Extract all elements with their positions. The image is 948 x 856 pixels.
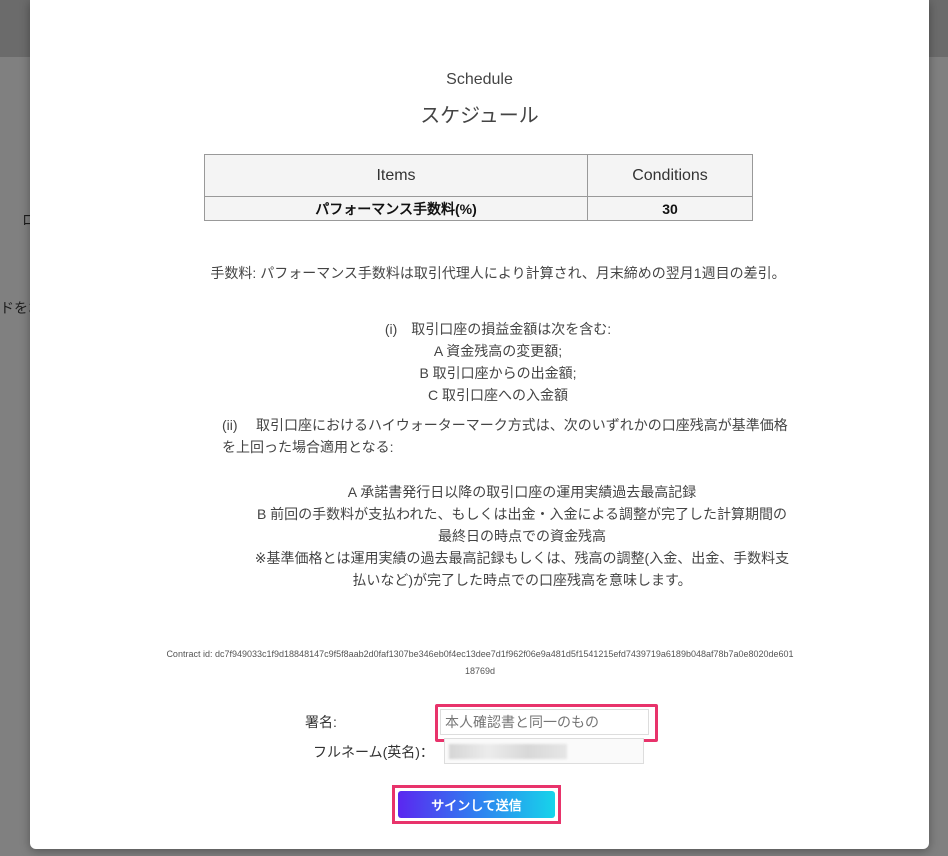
schedule-modal: Schedule スケジュール Items Conditions パフォーマンス… (30, 0, 929, 849)
section-ii: (ii) 取引口座におけるハイウォーターマーク方式は、次のいずれかの口座残高が基準… (222, 414, 788, 458)
contract-id-value: dc7f949033c1f9d18848147c9f5f8aab2d0faf13… (214, 649, 794, 676)
sign-and-send-button[interactable]: サインして送信 (398, 791, 555, 818)
column-header-items: Items (204, 154, 588, 197)
table-cell-condition: 30 (587, 196, 753, 221)
list-item: ※基準価格とは運用実績の過去最高記録もしくは、残高の調整(入金、出金、手数料支払… (254, 550, 790, 588)
signature-input[interactable] (440, 709, 649, 735)
fee-description: 手数料: パフォーマンス手数料は取引代理人により計算され、月末締めの翌月1週目の… (210, 265, 786, 281)
section-i-title: (i) 取引口座の損益金額は次を含む: (384, 321, 612, 337)
modal-title-en: Schedule (446, 71, 513, 88)
section-ii-text: 取引口座におけるハイウォーターマーク方式は、次のいずれかの口座残高が基準価格を上… (222, 417, 788, 455)
submit-highlight: サインして送信 (392, 785, 561, 824)
column-header-conditions: Conditions (587, 154, 753, 197)
list-item: C 取引口座への入金額 (428, 387, 568, 403)
fullname-label: フルネーム(英名)： (313, 744, 434, 760)
fullname-input[interactable] (444, 738, 644, 764)
modal-title-ja: スケジュール (420, 105, 539, 127)
redacted-name (449, 744, 567, 759)
table-cell-item: パフォーマンス手数料(%) (204, 196, 588, 221)
table-header-row: Items Conditions (204, 154, 753, 197)
contract-id-label: Contract id: (166, 649, 213, 659)
section-ii-label: (ii) (222, 417, 238, 433)
section-ii-items: A 承諾書発行日以降の取引口座の運用実績過去最高記録 B 前回の手数料が支払われ… (252, 481, 792, 591)
list-item: A 資金残高の変更額; (433, 343, 563, 359)
list-item: B 前回の手数料が支払われた、もしくは出金・入金による調整が完了した計算期間の最… (256, 506, 788, 544)
signature-highlight (435, 704, 658, 742)
contract-id: Contract id: dc7f949033c1f9d18848147c9f5… (165, 646, 795, 680)
list-item: A 承諾書発行日以降の取引口座の運用実績過去最高記録 (347, 484, 697, 500)
table-row: パフォーマンス手数料(%) 30 (204, 196, 753, 221)
signature-label: 署名: (305, 714, 337, 730)
section-i: (i) 取引口座の損益金額は次を含む: A 資金残高の変更額; B 取引口座から… (208, 318, 788, 406)
list-item: B 取引口座からの出金額; (419, 365, 577, 381)
schedule-table: Items Conditions パフォーマンス手数料(%) 30 (204, 154, 753, 221)
